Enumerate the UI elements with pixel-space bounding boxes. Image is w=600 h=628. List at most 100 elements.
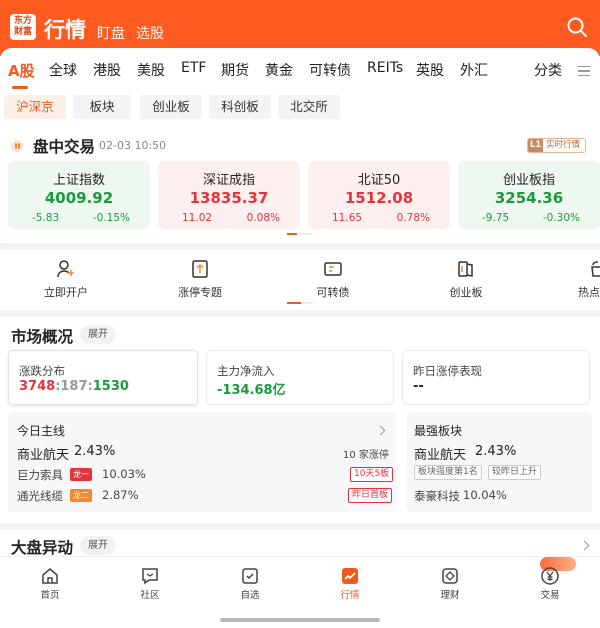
index-card-shanghai[interactable]: 上证指数 4009.92 -5.83 -0.15% bbox=[8, 161, 150, 229]
yesterday-limit-label: 昨日涨停表现 bbox=[413, 364, 482, 378]
net-inflow-value: -134.68亿 bbox=[217, 383, 286, 398]
nav-community[interactable]: 社区 bbox=[125, 566, 175, 601]
shortcut-label: 创业板 bbox=[449, 286, 483, 299]
nav-label: 理财 bbox=[440, 590, 460, 601]
intraday-icon bbox=[11, 140, 23, 152]
user-plus-icon bbox=[57, 260, 74, 278]
index-card-bse50[interactable]: 北证50 1512.08 11.65 0.78% bbox=[308, 161, 450, 229]
nav-label: 社区 bbox=[140, 590, 160, 601]
index-card-chinext[interactable]: 创业板指 3254.36 -9.75 -0.30% bbox=[458, 161, 600, 229]
tab-uk[interactable]: 英股 bbox=[416, 60, 444, 80]
streak-tag: 10天5板 bbox=[350, 467, 394, 482]
subtab-star[interactable]: 科创板 bbox=[209, 95, 271, 119]
leader-tag: 龙一 bbox=[70, 468, 92, 481]
index-pct: -0.30% bbox=[542, 212, 580, 224]
tab-global[interactable]: 全球 bbox=[49, 60, 77, 80]
trend-tag: 较昨日上升 bbox=[488, 465, 542, 480]
nav-label: 首页 bbox=[40, 590, 60, 601]
strongest-sector-card[interactable]: 最强板块 商业航天 2.43% 板块强度第1名 较昨日上升 泰豪科技 10.04… bbox=[406, 412, 592, 512]
tab-hk[interactable]: 港股 bbox=[93, 60, 121, 80]
main-line-title: 今日主线 bbox=[17, 424, 66, 438]
nav-label: 交易 bbox=[540, 590, 560, 601]
strongest-title: 最强板块 bbox=[414, 424, 463, 438]
market-overview-title: 市场概况 bbox=[11, 328, 74, 346]
nav-wealth[interactable]: 理财 bbox=[425, 566, 475, 601]
shortcut-hot[interactable]: 热点 bbox=[556, 259, 600, 300]
category-button[interactable]: 分类 bbox=[534, 60, 562, 80]
chart-icon bbox=[342, 568, 358, 584]
tab-watch[interactable]: 盯盘 bbox=[97, 23, 125, 43]
shortcut-label: 涨停专题 bbox=[178, 286, 222, 299]
limit-count: 10 家涨停 bbox=[343, 450, 389, 461]
index-pct: 0.78% bbox=[396, 212, 430, 224]
main-line-card[interactable]: 今日主线 商业航天 2.43% 10 家涨停 巨力索具 龙一 10.03% 10… bbox=[8, 412, 396, 512]
stock-pct: 10.03% bbox=[102, 467, 146, 481]
distribution-label: 涨跌分布 bbox=[19, 364, 65, 378]
strongest-sector-pct: 2.43% bbox=[475, 444, 517, 459]
distribution-box[interactable]: 涨跌分布 3748:187:1530 bbox=[8, 350, 198, 405]
dapan-expand-button[interactable]: 展开 bbox=[80, 536, 116, 555]
distribution-value: 3748:187:1530 bbox=[19, 379, 129, 394]
subtab-bse[interactable]: 北交所 bbox=[278, 95, 340, 119]
tab-convertible[interactable]: 可转债 bbox=[309, 60, 351, 80]
yesterday-limit-box[interactable]: 昨日涨停表现 -- bbox=[402, 350, 590, 405]
shortcut-chinext[interactable]: 创业板 bbox=[426, 259, 506, 300]
stock-name: 通光线缆 bbox=[17, 489, 63, 503]
index-value: 4009.92 bbox=[44, 189, 114, 207]
main-line-sector: 商业航天 bbox=[17, 448, 70, 463]
tab-reits[interactable]: REITs bbox=[367, 60, 403, 76]
app-logo: 东方财富 bbox=[10, 14, 36, 40]
strongest-stock-pct: 10.04% bbox=[463, 488, 507, 502]
strongest-sector: 商业航天 bbox=[414, 448, 467, 463]
strength-rank-tag: 板块强度第1名 bbox=[414, 465, 482, 480]
index-name: 深证成指 bbox=[202, 173, 255, 188]
nav-quotes[interactable]: 行情 bbox=[325, 566, 375, 601]
index-value: 1512.08 bbox=[344, 189, 414, 207]
chevron-right-icon bbox=[375, 425, 386, 436]
subtab-chinext[interactable]: 创业板 bbox=[140, 95, 202, 119]
index-name: 上证指数 bbox=[52, 173, 105, 188]
nav-label: 自选 bbox=[240, 590, 260, 601]
subtab-sector[interactable]: 板块 bbox=[73, 95, 131, 119]
tab-etf[interactable]: ETF bbox=[181, 60, 206, 76]
index-change: 11.02 bbox=[182, 212, 213, 224]
stock-pct: 2.87% bbox=[102, 488, 139, 502]
index-value: 13835.37 bbox=[189, 189, 269, 207]
tab-futures[interactable]: 期货 bbox=[221, 60, 249, 80]
index-change: -9.75 bbox=[482, 212, 510, 224]
net-inflow-box[interactable]: 主力净流入 -134.68亿 bbox=[206, 350, 394, 405]
stock-name: 巨力索具 bbox=[17, 468, 63, 482]
tab-gold[interactable]: 黄金 bbox=[265, 60, 293, 80]
leader-tag: 龙二 bbox=[70, 489, 92, 502]
search-icon[interactable] bbox=[566, 16, 588, 38]
cards-scroll-indicator bbox=[287, 233, 313, 235]
shortcut-label: 立即开户 bbox=[44, 286, 88, 299]
subtab-hushenjing[interactable]: 沪深京 bbox=[4, 95, 66, 119]
home-indicator-bar[interactable] bbox=[220, 618, 380, 622]
shortcut-convertible[interactable]: 可转债 bbox=[293, 259, 373, 300]
index-card-shenzhen[interactable]: 深证成指 13835.37 11.02 0.08% bbox=[158, 161, 300, 229]
tab-a-share[interactable]: A股 bbox=[8, 60, 35, 81]
shortcut-label: 热点 bbox=[578, 286, 600, 299]
bond-ticket-icon bbox=[324, 262, 342, 276]
main-line-sector-pct: 2.43% bbox=[74, 444, 116, 459]
menu-icon[interactable] bbox=[578, 66, 590, 76]
yesterday-limit-value: -- bbox=[413, 379, 424, 394]
shortcut-scroll-indicator bbox=[287, 302, 313, 304]
diamond-icon bbox=[442, 568, 458, 584]
intraday-time: 02-03 10:50 bbox=[99, 139, 167, 152]
nav-watchlist[interactable]: 自选 bbox=[225, 566, 275, 601]
badge-text: 实时行情 bbox=[546, 140, 581, 150]
tab-forex[interactable]: 外汇 bbox=[460, 60, 488, 80]
tab-us[interactable]: 美股 bbox=[137, 60, 165, 80]
streak-tag: 昨日首板 bbox=[348, 488, 393, 503]
index-pct: 0.08% bbox=[246, 212, 280, 224]
nav-trade[interactable]: 交易 bbox=[525, 566, 575, 601]
realtime-badge[interactable]: L1 实时行情 bbox=[527, 138, 586, 153]
tab-stock-picker[interactable]: 选股 bbox=[136, 23, 164, 43]
expand-button[interactable]: 展开 bbox=[80, 325, 116, 344]
nav-home[interactable]: 首页 bbox=[25, 566, 75, 601]
shortcut-open-account[interactable]: 立即开户 bbox=[26, 259, 106, 300]
chat-icon bbox=[142, 568, 158, 585]
shortcut-limit-up[interactable]: 涨停专题 bbox=[160, 259, 240, 300]
